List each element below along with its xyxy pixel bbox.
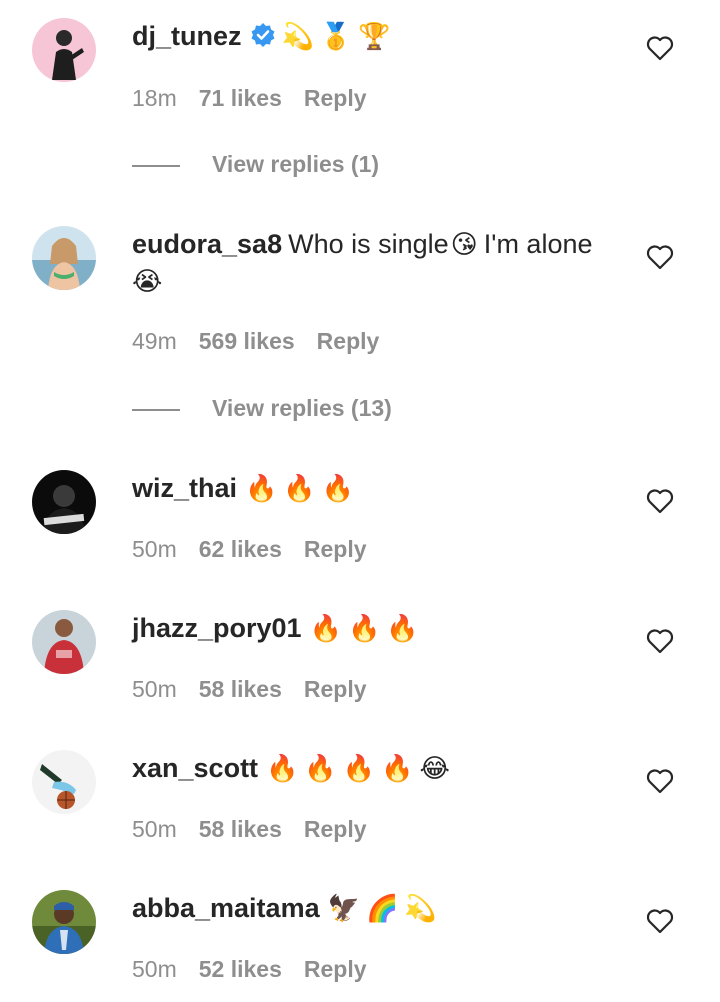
comment-body: dj_tunez 💫🥇🏆 [132, 18, 612, 57]
comment-time: 18m [132, 85, 177, 111]
heart-outline-icon[interactable] [646, 244, 674, 270]
username[interactable]: xan_scott [132, 753, 258, 783]
reply-button[interactable]: Reply [304, 675, 367, 703]
avatar[interactable] [32, 470, 96, 534]
likes-count[interactable]: 569 likes [199, 327, 295, 355]
comment-meta: 50m 52 likes Reply [132, 955, 367, 983]
comment-body: xan_scott 🔥🔥🔥🔥😂 [132, 750, 612, 787]
username[interactable]: dj_tunez [132, 21, 242, 51]
comment-meta: 50m 58 likes Reply [132, 675, 367, 703]
comment-emojis: 😘 [450, 230, 484, 260]
comment-time: 50m [132, 816, 177, 842]
view-replies-label: View replies (1) [212, 151, 380, 177]
username[interactable]: jhazz_pory01 [132, 613, 302, 643]
reply-button[interactable]: Reply [304, 955, 367, 983]
comment-emojis: 🔥🔥🔥🔥😂 [266, 754, 456, 784]
replies-divider [132, 408, 180, 411]
comment-emojis: 🦅🌈💫 [327, 894, 443, 924]
likes-count[interactable]: 71 likes [199, 84, 282, 112]
comment-body: jhazz_pory01 🔥🔥🔥 [132, 610, 612, 647]
heart-outline-icon[interactable] [646, 488, 674, 514]
comment-time: 50m [132, 956, 177, 982]
avatar[interactable] [32, 890, 96, 954]
comment-body: abba_maitama 🦅🌈💫 [132, 890, 612, 927]
likes-count[interactable]: 58 likes [199, 815, 282, 843]
avatar[interactable] [32, 226, 96, 290]
view-replies-label: View replies (13) [212, 395, 392, 421]
comment-meta: 49m 569 likes Reply [132, 327, 379, 355]
comment-meta: 50m 58 likes Reply [132, 815, 367, 843]
comment-emojis: 🔥🔥🔥 [245, 474, 361, 504]
verified-badge-icon [250, 21, 276, 57]
comment-body: wiz_thai 🔥🔥🔥 [132, 470, 612, 507]
heart-outline-icon[interactable] [646, 628, 674, 654]
avatar[interactable] [32, 18, 96, 82]
comment-body: eudora_sa8 Who is single😘I'm alone 😭 [132, 226, 612, 300]
view-replies-button[interactable]: View replies (1) [132, 150, 379, 178]
comment-text: Who is single [288, 229, 449, 259]
comment-emojis-continued: 😭 [132, 267, 169, 297]
view-replies-button[interactable]: View replies (13) [132, 394, 392, 422]
likes-count[interactable]: 52 likes [199, 955, 282, 983]
comment-text-continued: I'm alone [483, 229, 593, 259]
reply-button[interactable]: Reply [304, 815, 367, 843]
comment-meta: 18m 71 likes Reply [132, 84, 367, 112]
username[interactable]: abba_maitama [132, 893, 320, 923]
reply-button[interactable]: Reply [304, 535, 367, 563]
avatar[interactable] [32, 610, 96, 674]
avatar[interactable] [32, 750, 96, 814]
heart-outline-icon[interactable] [646, 908, 674, 934]
comment-emojis: 💫🥇🏆 [281, 22, 397, 52]
username[interactable]: wiz_thai [132, 473, 237, 503]
replies-divider [132, 164, 180, 167]
heart-outline-icon[interactable] [646, 35, 674, 61]
likes-count[interactable]: 58 likes [199, 675, 282, 703]
comment-time: 49m [132, 328, 177, 354]
comment-time: 50m [132, 536, 177, 562]
username[interactable]: eudora_sa8 [132, 229, 282, 259]
comment-meta: 50m 62 likes Reply [132, 535, 367, 563]
heart-outline-icon[interactable] [646, 768, 674, 794]
comment-emojis: 🔥🔥🔥 [309, 614, 425, 644]
reply-button[interactable]: Reply [317, 327, 380, 355]
reply-button[interactable]: Reply [304, 84, 367, 112]
likes-count[interactable]: 62 likes [199, 535, 282, 563]
comment-time: 50m [132, 676, 177, 702]
